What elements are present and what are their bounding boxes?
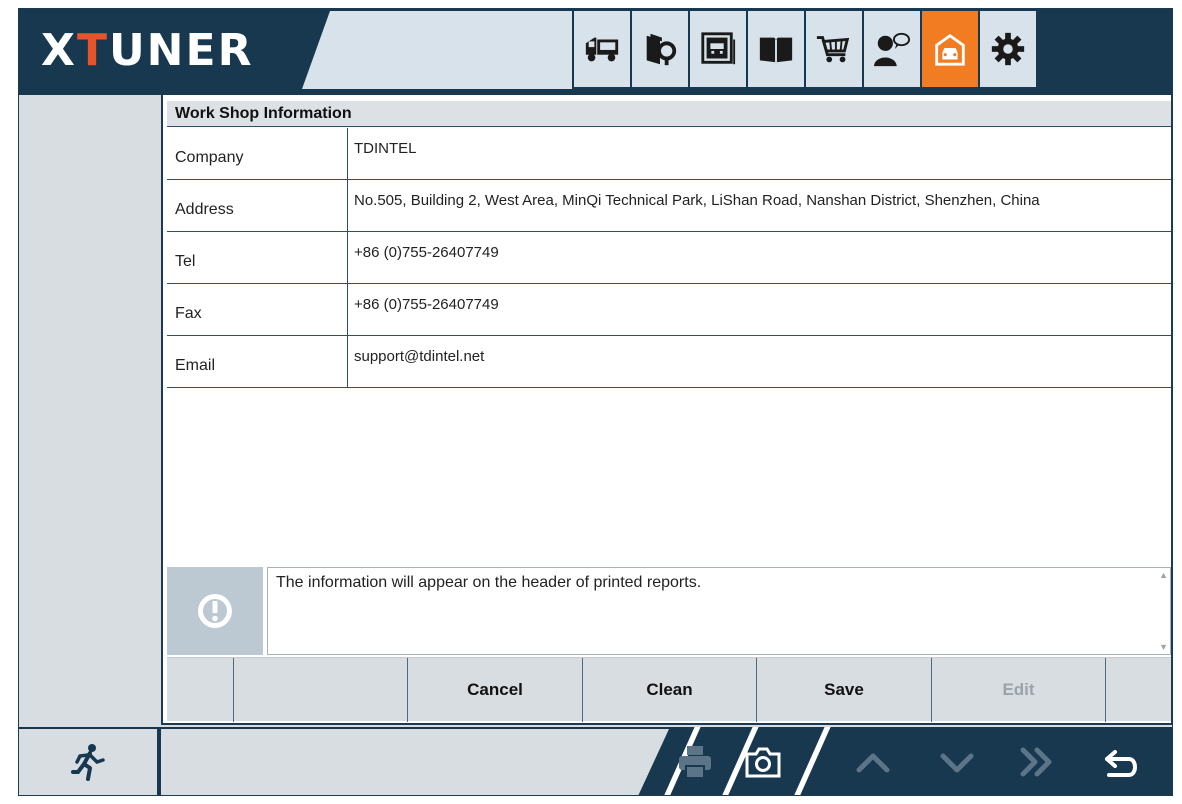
vehicle-window-button[interactable] xyxy=(690,11,746,87)
info-table: Company TDINTEL Address No.505, Building… xyxy=(167,128,1171,388)
table-row-address: Address No.505, Building 2, West Area, M… xyxy=(167,180,1171,232)
chevron-down-icon xyxy=(940,753,974,773)
brand-area: XTUNER xyxy=(19,9,319,89)
empty-area xyxy=(167,389,1171,569)
cancel-button[interactable]: Cancel xyxy=(408,658,583,722)
field-label: Address xyxy=(167,180,348,231)
workshop-button[interactable] xyxy=(922,11,978,87)
user-chat-icon xyxy=(873,32,911,67)
table-row-fax: Fax +86 (0)755-26407749 xyxy=(167,284,1171,336)
settings-button[interactable] xyxy=(980,11,1036,87)
spacer-slot xyxy=(234,658,408,722)
print-button[interactable] xyxy=(667,733,723,791)
status-strip xyxy=(161,729,669,795)
truck-icon xyxy=(585,37,619,62)
info-alert-icon xyxy=(198,594,232,628)
field-label: Company xyxy=(167,128,348,179)
gear-icon xyxy=(991,32,1025,66)
exit-run-icon xyxy=(71,744,105,781)
table-row-tel: Tel +86 (0)755-26407749 xyxy=(167,232,1171,284)
scroll-down-icon[interactable]: ▼ xyxy=(1159,642,1168,652)
app-window: XTUNER Work Shop Information Company TDI… xyxy=(18,8,1173,796)
field-label: Fax xyxy=(167,284,348,335)
camera-icon xyxy=(745,747,781,778)
section-title: Work Shop Information xyxy=(167,101,1171,127)
screenshot-button[interactable] xyxy=(735,733,791,791)
notice-area: The information will appear on the heade… xyxy=(167,567,1171,655)
fast-forward-icon xyxy=(1020,747,1052,777)
tel-field[interactable]: +86 (0)755-26407749 xyxy=(348,232,1171,283)
vehicle-diagnosis-button[interactable] xyxy=(574,11,630,87)
brand-logo-part: X xyxy=(41,25,77,76)
exit-button[interactable] xyxy=(19,729,157,795)
bottom-toolbar xyxy=(19,727,1172,795)
user-feedback-button[interactable] xyxy=(864,11,920,87)
shop-button[interactable] xyxy=(806,11,862,87)
table-row-email: Email support@tdintel.net xyxy=(167,336,1171,388)
notice-text-box[interactable]: The information will appear on the heade… xyxy=(267,567,1171,655)
scroll-up-icon[interactable]: ▲ xyxy=(1159,570,1168,580)
back-button[interactable] xyxy=(1093,733,1149,791)
spacer-slot xyxy=(167,658,234,722)
book-search-icon xyxy=(646,33,677,66)
chevron-up-icon xyxy=(856,753,890,773)
fax-field[interactable]: +86 (0)755-26407749 xyxy=(348,284,1171,335)
top-toolbar: XTUNER xyxy=(19,9,1172,95)
brand-logo-part: UNER xyxy=(108,25,254,76)
address-field[interactable]: No.505, Building 2, West Area, MinQi Tec… xyxy=(348,180,1171,231)
title-strip xyxy=(302,11,572,89)
field-label: Tel xyxy=(167,232,348,283)
back-icon xyxy=(1105,750,1137,777)
notice-text: The information will appear on the heade… xyxy=(276,574,702,591)
field-label: Email xyxy=(167,336,348,387)
brand-logo: XTUNER xyxy=(41,25,253,76)
workshop-info-panel: Work Shop Information Company TDINTEL Ad… xyxy=(161,95,1172,725)
action-button-bar: Cancel Clean Save Edit xyxy=(167,657,1171,722)
clean-button[interactable]: Clean xyxy=(583,658,757,722)
company-field[interactable]: TDINTEL xyxy=(348,128,1171,179)
divider xyxy=(793,727,831,795)
manual-button[interactable] xyxy=(748,11,804,87)
scroll-down-button[interactable] xyxy=(929,733,985,791)
left-side-panel xyxy=(19,95,159,727)
print-icon xyxy=(679,746,711,779)
garage-icon xyxy=(935,33,965,66)
shopping-cart-icon xyxy=(816,36,850,63)
scroll-up-button[interactable] xyxy=(845,733,901,791)
table-row-company: Company TDINTEL xyxy=(167,128,1171,180)
vehicle-window-icon xyxy=(701,32,736,65)
manual-book-icon xyxy=(759,37,793,63)
email-field[interactable]: support@tdintel.net xyxy=(348,336,1171,387)
notice-icon-box xyxy=(167,567,263,655)
brand-logo-mark: T xyxy=(76,25,109,76)
next-page-button[interactable] xyxy=(1009,733,1065,791)
search-guide-button[interactable] xyxy=(632,11,688,87)
edit-button[interactable]: Edit xyxy=(932,658,1106,722)
spacer-slot xyxy=(1106,658,1171,722)
save-button[interactable]: Save xyxy=(757,658,932,722)
